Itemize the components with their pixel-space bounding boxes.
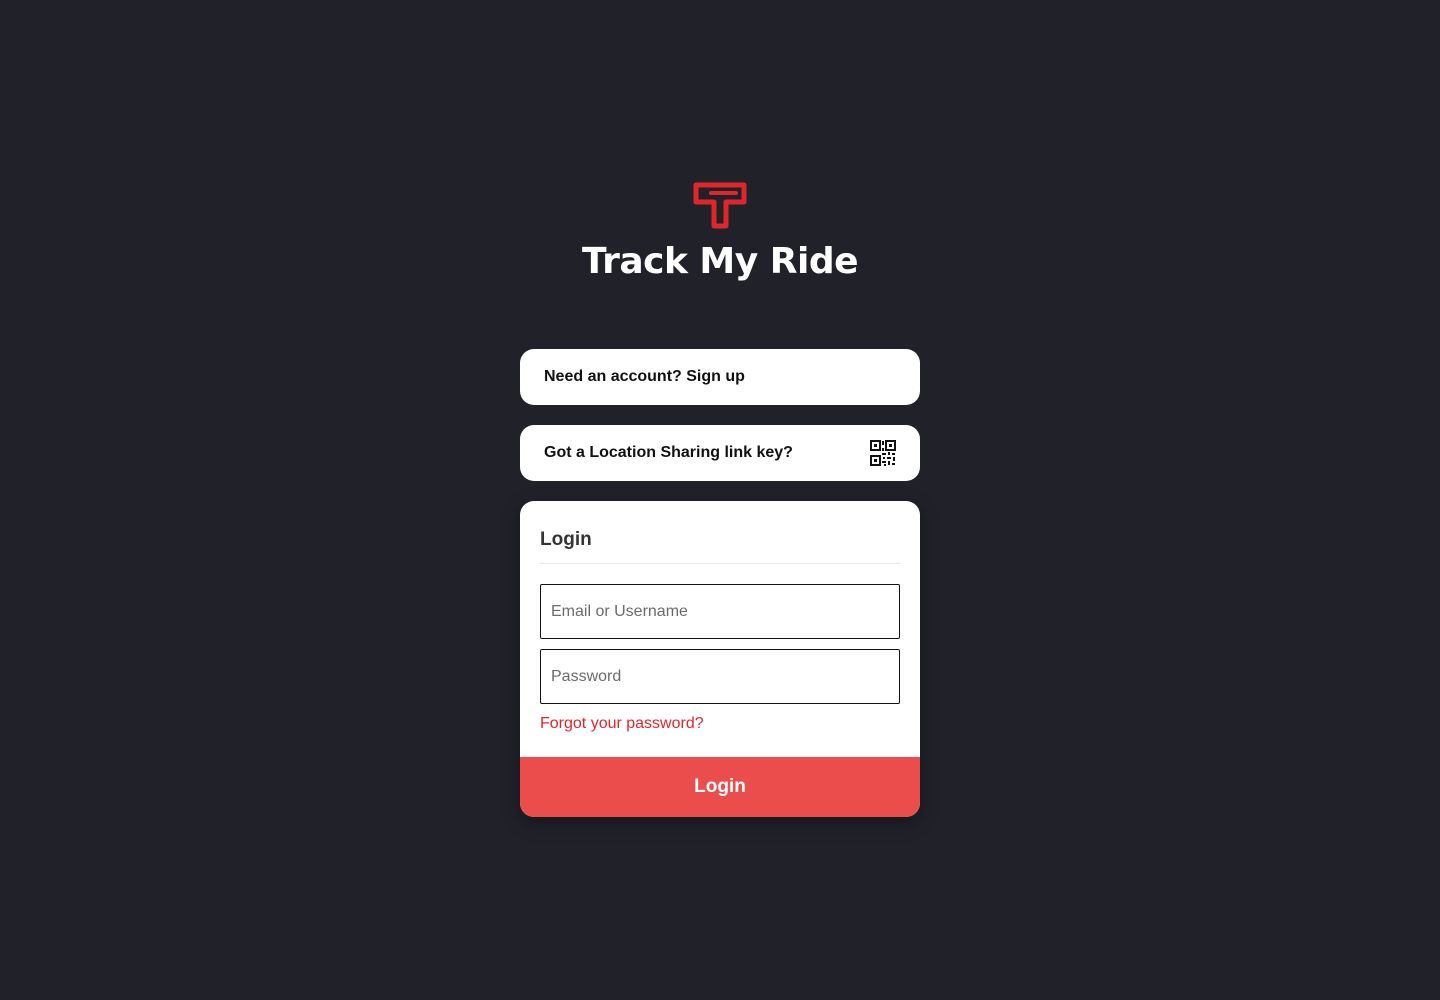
track-my-ride-logo-icon xyxy=(693,182,747,229)
location-sharing-link-label: Got a Location Sharing link key? xyxy=(544,444,793,461)
login-title: Login xyxy=(540,529,592,550)
login-card: Login Forgot your password? Login xyxy=(520,501,920,817)
brand-name: Track My Ride xyxy=(581,241,859,282)
brand-header: Track My Ride xyxy=(0,180,1440,284)
login-page: Track My Ride Need an account? Sign up G… xyxy=(0,0,1440,1000)
password-field[interactable] xyxy=(540,649,900,704)
email-username-field[interactable] xyxy=(540,584,900,639)
location-sharing-link-button[interactable]: Got a Location Sharing link key? xyxy=(520,425,920,481)
forgot-password-link[interactable]: Forgot your password? xyxy=(540,715,704,733)
qr-code-icon xyxy=(870,440,896,466)
login-title-divider xyxy=(540,563,900,564)
login-button[interactable]: Login xyxy=(520,757,920,817)
signup-link[interactable]: Need an account? Sign up xyxy=(520,349,920,405)
signup-link-label: Need an account? Sign up xyxy=(544,368,745,385)
